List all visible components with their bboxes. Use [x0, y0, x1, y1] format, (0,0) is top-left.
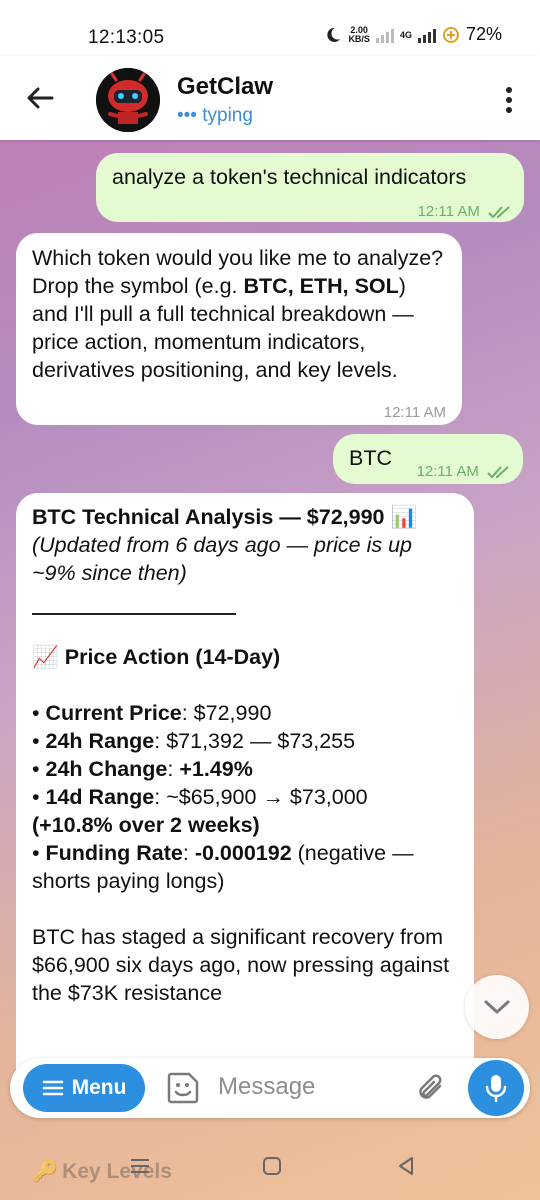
- nav-back-icon[interactable]: [396, 1156, 416, 1176]
- message-input[interactable]: Message: [218, 1073, 315, 1101]
- more-vert-icon[interactable]: [504, 86, 514, 114]
- paperclip-icon[interactable]: [414, 1070, 450, 1106]
- mic-button[interactable]: [468, 1060, 524, 1116]
- message-time: 12:11 AM: [416, 463, 479, 480]
- message-text: analyze a token's technical indicators: [112, 165, 467, 189]
- chat-title: GetClaw: [177, 73, 274, 100]
- battery-level: 72%: [465, 24, 502, 44]
- signal-icon-2: [417, 27, 436, 43]
- recents-icon[interactable]: [128, 1156, 152, 1176]
- message-time: 12:11 AM: [417, 203, 480, 220]
- menu-button-label: Menu: [71, 1076, 127, 1099]
- bullet-24h-change: • 24h Change: +1.49%: [32, 757, 253, 781]
- bullet-14d-range: • 14d Range: ~$65,900 → $73,000 (+10.8% o…: [32, 785, 368, 837]
- divider-line: [32, 587, 236, 615]
- system-nav-bar: 🔑 Key Levels: [0, 1130, 540, 1200]
- moon-icon: [327, 27, 341, 42]
- message-text: Which token would you like me to analyze…: [32, 246, 443, 382]
- double-check-icon: [487, 466, 509, 479]
- message-composer: Menu Message: [10, 1058, 530, 1118]
- bullet-24h-range: • 24h Range: $71,392 — $73,255: [32, 729, 356, 753]
- network-speed: 2.00 KB/S: [348, 24, 370, 44]
- message-text-bold: BTC, ETH, SOL: [243, 274, 399, 298]
- network-type: 4G: [399, 29, 412, 40]
- home-icon[interactable]: [262, 1156, 282, 1176]
- section-heading: 📈 Price Action (14-Day): [32, 645, 281, 669]
- bullet-funding-rate: • Funding Rate: -0.000192 (negative — sh…: [32, 841, 414, 893]
- double-check-icon: [488, 206, 510, 219]
- signal-icon-1: [375, 27, 394, 43]
- bullet-current-price: • Current Price: $72,990: [32, 701, 272, 725]
- analysis-subtitle: (Updated from 6 days ago — price is up ~…: [32, 533, 413, 585]
- message-meta: 12:11 AM: [418, 198, 512, 226]
- analysis-title: BTC Technical Analysis — $72,990 📊: [32, 505, 418, 529]
- sticker-icon[interactable]: [165, 1070, 201, 1106]
- robot-avatar-icon: [96, 68, 160, 132]
- message-text: BTC: [349, 446, 392, 470]
- typing-status: ••• typing: [177, 105, 253, 126]
- back-arrow-icon[interactable]: [24, 82, 56, 114]
- incoming-message-analysis[interactable]: BTC Technical Analysis — $72,990 📊 (Upda…: [16, 493, 474, 1093]
- menu-button[interactable]: Menu: [23, 1064, 145, 1112]
- chevron-down-icon: [484, 1000, 510, 1014]
- scroll-down-button[interactable]: [465, 975, 529, 1039]
- status-icons: 2.00 KB/S 4G 72%: [324, 24, 502, 45]
- chat-header: GetClaw ••• typing: [0, 56, 540, 140]
- analysis-paragraph: BTC has staged a significant recovery fr…: [32, 925, 450, 1005]
- menu-lines-icon: [42, 1080, 63, 1096]
- mic-icon: [485, 1075, 507, 1103]
- message-time: 12:11 AM: [383, 404, 446, 421]
- incoming-message[interactable]: Which token would you like me to analyze…: [16, 233, 462, 425]
- outgoing-message[interactable]: BTC 12:11 AM: [333, 434, 523, 484]
- message-meta: 12:11 AM: [417, 458, 511, 486]
- status-time: 12:13:05: [88, 27, 165, 48]
- outgoing-message[interactable]: analyze a token's technical indicators 1…: [96, 153, 524, 222]
- avatar[interactable]: [96, 68, 160, 132]
- battery-saver-icon: [442, 26, 459, 43]
